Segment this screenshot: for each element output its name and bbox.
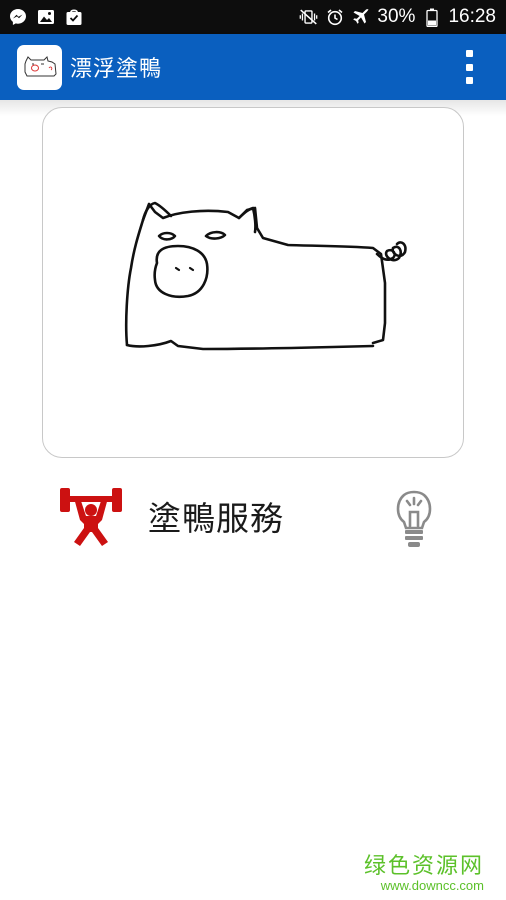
app-title: 漂浮塗鴨 (70, 57, 163, 82)
status-bar: 30% 16:28 (0, 0, 506, 34)
shopping-bag-icon (64, 8, 83, 27)
messenger-icon (8, 8, 27, 27)
alarm-icon (325, 8, 344, 27)
clock: 16:28 (448, 6, 496, 27)
menu-dot (465, 63, 473, 71)
overflow-menu-icon[interactable] (460, 50, 478, 84)
service-row[interactable]: 塗鴨服務 (0, 478, 506, 554)
battery-percent: 30% (377, 6, 416, 27)
watermark: 绿色资源网 www.downcc.com (364, 848, 484, 893)
airplane-mode-icon (351, 8, 370, 27)
watermark-title: 绿色资源网 (363, 854, 484, 879)
app-bar: 漂浮塗鴨 (0, 34, 506, 100)
service-title: 塗鴨服務 (148, 499, 284, 538)
battery-icon (422, 8, 441, 27)
watermark-url: www.downcc.com (380, 878, 484, 893)
pig-sketch-drawing (124, 201, 407, 351)
drawing-canvas[interactable] (42, 107, 464, 458)
notification-icons (8, 8, 83, 27)
vibrate-mute-icon (299, 8, 318, 27)
system-status: 30% 16:28 (299, 6, 496, 28)
menu-dot (465, 77, 473, 84)
menu-dot (465, 50, 473, 57)
app-logo (17, 44, 62, 90)
gallery-icon (36, 8, 55, 27)
lightbulb-icon[interactable] (390, 482, 438, 550)
weightlifter-icon (60, 488, 122, 546)
